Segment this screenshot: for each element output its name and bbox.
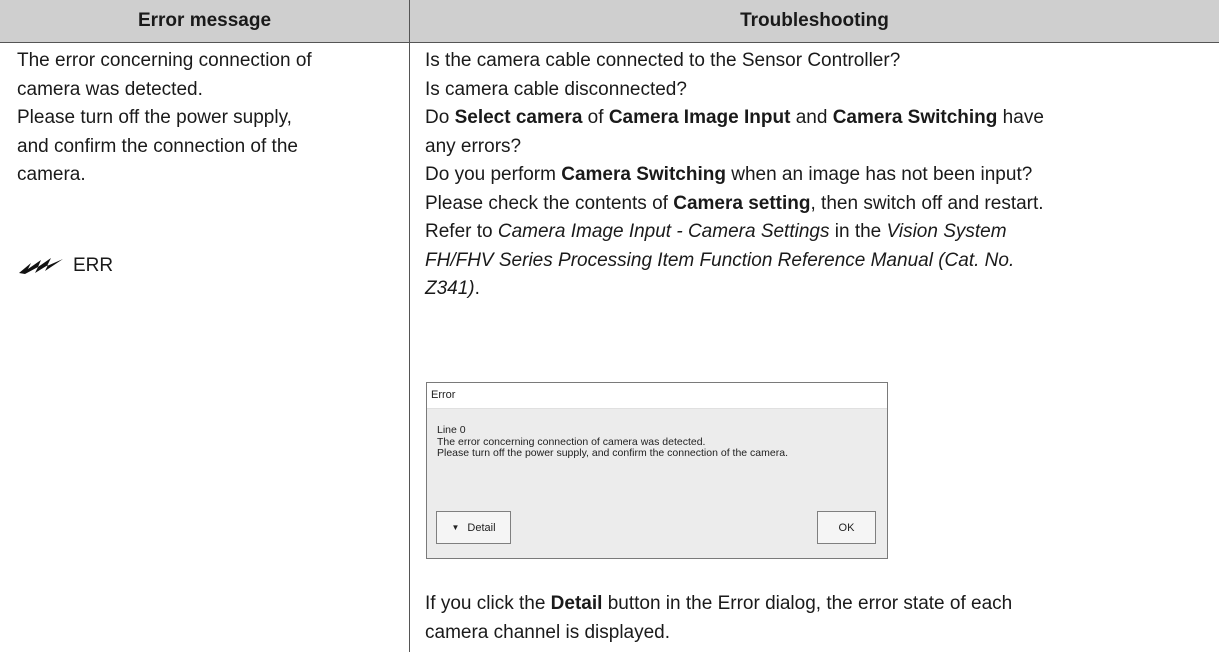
dialog-message-line: Line 0 xyxy=(437,424,466,436)
header-troubleshooting: Troubleshooting xyxy=(410,0,1219,42)
check-line: any errors? xyxy=(425,135,522,157)
flashing-indicator-icon xyxy=(19,258,63,274)
dialog-message: Line 0 The error concerning connection o… xyxy=(437,424,788,460)
dialog-message-line: Please turn off the power supply, and co… xyxy=(437,447,788,459)
column-divider xyxy=(409,0,410,652)
troubleshooting-table: Error message Troubleshooting The error … xyxy=(0,0,1219,652)
reference-line: FH/FHV Series Processing Item Function R… xyxy=(425,249,1015,271)
ok-button[interactable]: OK xyxy=(817,511,876,544)
check-line: Do Select camera of Camera Image Input a… xyxy=(425,107,1044,128)
err-indicator-label: ERR xyxy=(73,255,114,276)
check-line: Do you perform Camera Switching when an … xyxy=(425,164,1033,185)
check-line: Is the camera cable connected to the Sen… xyxy=(425,50,901,71)
explanation-line: camera channel is displayed. xyxy=(425,621,671,643)
err-indicator: ERR xyxy=(17,252,113,280)
message-line: camera was detected. xyxy=(17,78,203,100)
check-line: Please check the contents of Camera sett… xyxy=(425,192,1044,214)
reference-line: Refer to Camera Image Input - Camera Set… xyxy=(425,221,1007,242)
error-dialog: Error Line 0 The error concerning connec… xyxy=(426,382,888,559)
detail-explanation: If you click the Detail button in the Er… xyxy=(425,590,1215,647)
check-line: Is camera cable disconnected? xyxy=(425,78,687,100)
explanation-line: If you click the Detail button in the Er… xyxy=(425,593,1013,614)
detail-button-label: Detail xyxy=(467,521,496,534)
header-error-message: Error message xyxy=(0,0,409,42)
error-message-text: The error concerning connection of camer… xyxy=(17,47,402,190)
detail-button[interactable]: ▼ Detail xyxy=(436,511,511,544)
message-line: Please turn off the power supply, xyxy=(17,107,292,128)
troubleshooting-text: Is the camera cable connected to the Sen… xyxy=(425,47,1215,304)
reference-line: Z341). xyxy=(425,278,480,299)
chevron-down-icon: ▼ xyxy=(451,523,460,532)
message-line: camera. xyxy=(17,164,86,185)
header-divider xyxy=(0,42,1219,43)
message-line: and confirm the connection of the xyxy=(17,135,298,157)
dialog-title: Error xyxy=(427,383,887,409)
message-line: The error concerning connection of xyxy=(17,50,312,71)
